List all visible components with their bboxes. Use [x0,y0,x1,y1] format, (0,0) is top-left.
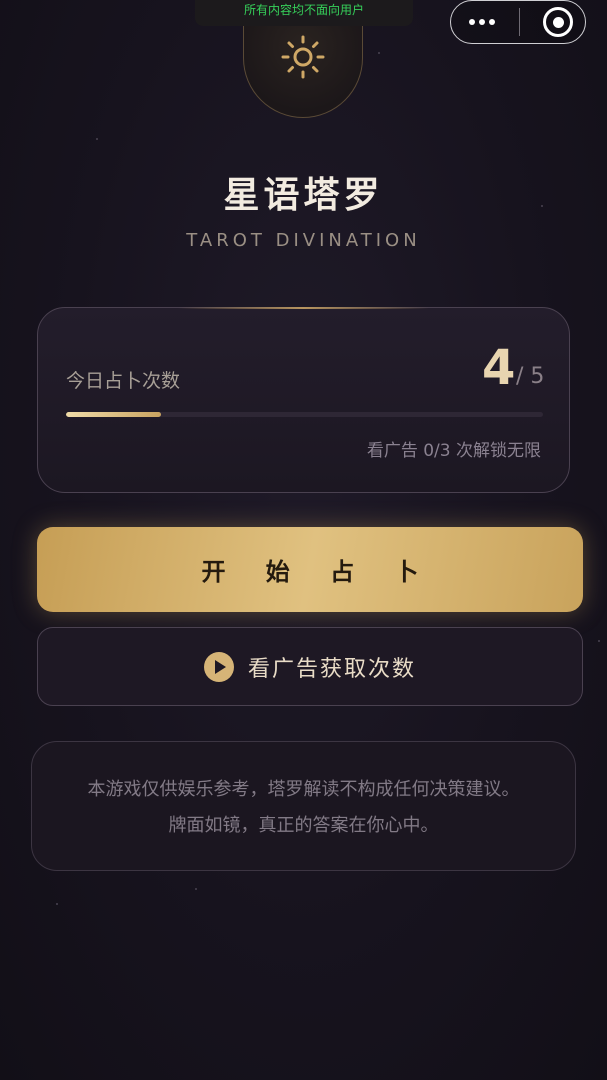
star-decoration [56,903,58,905]
more-icon[interactable] [469,19,495,25]
sun-icon [281,35,325,78]
star-decoration [96,138,98,140]
star-decoration [598,640,600,642]
disclaimer-card: 本游戏仅供娱乐参考，塔罗解读不构成任何决策建议。 牌面如镜，真正的答案在你心中。 [31,741,576,871]
mini-program-capsule [450,0,586,44]
capsule-divider [518,8,520,36]
page: 所有内容均不面向用户 星语塔罗 TAROT DIVINATION 今日占卜次数 … [0,0,607,1080]
watch-ad-button[interactable]: 看广告获取次数 [37,627,583,706]
count-separator: / [516,364,524,389]
notice-banner: 所有内容均不面向用户 [195,0,413,26]
count-total-value: 5 [530,364,545,389]
watch-ad-label: 看广告获取次数 [247,656,416,682]
app-subtitle: TAROT DIVINATION [186,230,421,251]
disclaimer-line-1: 本游戏仅供娱乐参考，塔罗解读不构成任何决策建议。 [87,779,520,800]
disclaimer-line-2: 牌面如镜，真正的答案在你心中。 [168,815,439,836]
app-title: 星语塔罗 [223,174,384,216]
star-decoration [195,888,197,890]
count-progress-fill [66,412,162,417]
ad-unlock-hint: 看广告 0/3 次解锁无限 [366,441,541,461]
star-decoration [378,52,380,54]
close-mini-program-icon[interactable] [543,7,573,37]
count-current: 4 [482,340,516,396]
daily-count-card: 今日占卜次数 4 / 5 看广告 0/3 次解锁无限 [37,307,570,493]
start-divination-button[interactable]: 开 始 占 卜 [37,527,583,612]
play-icon [203,651,234,682]
count-progress-track [66,412,543,417]
count-total: / 5 [516,364,544,389]
count-label: 今日占卜次数 [66,370,181,392]
